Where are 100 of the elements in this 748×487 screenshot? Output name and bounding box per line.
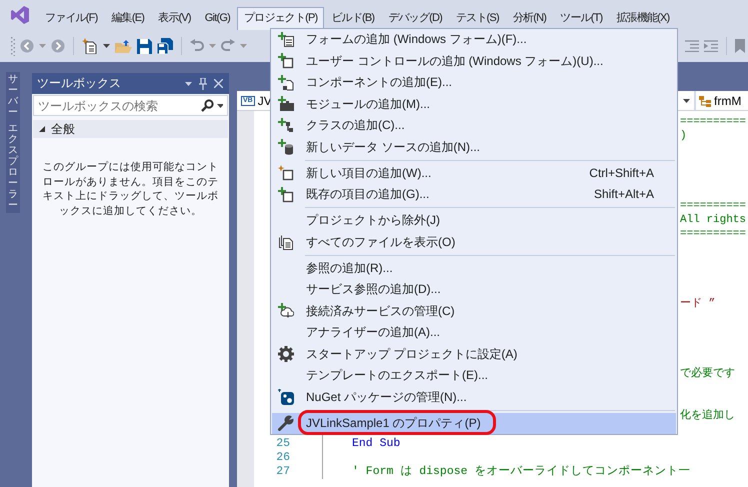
menu-item-label: JVLinkSample1 のプロパティ(P) [306, 414, 482, 432]
menu-item[interactable]: サービス参照の追加(D)... [272, 279, 676, 300]
menu-item[interactable]: アナライザーの追加(A)... [272, 322, 676, 344]
plus-cylinder-icon [278, 139, 294, 156]
wrench-icon [278, 415, 294, 432]
code-text: ) [680, 129, 687, 143]
shortcut-text: Ctrl+Shift+A [589, 164, 654, 182]
caret-icon[interactable] [185, 82, 192, 86]
menu-item[interactable]: 新しい項目の追加(W)... Ctrl+Shift+A [272, 162, 676, 184]
side-tab[interactable]: サーバー エクスプローラー [6, 72, 20, 213]
bookmark-icon[interactable] [735, 39, 745, 53]
search-icon[interactable] [201, 99, 214, 112]
menu-item-label: テンプレートのエクスポート(E)... [306, 367, 489, 384]
menu-item[interactable]: 接続済みサービスの管理(C) [272, 300, 676, 322]
gear-icon [278, 346, 294, 362]
menu-item[interactable]: JVLinkSample1 のプロパティ(P) [272, 412, 676, 434]
text-lines-icon[interactable] [685, 40, 699, 52]
save-icon[interactable] [137, 38, 152, 54]
code-text: End Sub [352, 437, 400, 451]
menu-item[interactable]: コンポーネントの追加(E)... [272, 72, 676, 94]
menu-item-label: アナライザーの追加(A)... [306, 324, 441, 342]
menu-item[interactable]: すべてのファイルを表示(O) [272, 232, 676, 253]
star-square-icon [278, 165, 294, 182]
menu-item[interactable]: NuGet パッケージの管理(N)... [272, 386, 676, 408]
menu-item-label: サービス参照の追加(D)... [306, 281, 442, 298]
menu-item[interactable]: 分析(N) [506, 7, 554, 30]
group-label: 全般 [51, 120, 75, 138]
menu-item-label: フォームの追加 (Windows フォーム)(F)... [306, 31, 528, 48]
documents-icon [278, 234, 294, 250]
menu-item-label: クラスの追加(C)... [306, 117, 406, 134]
member-dropdown[interactable]: frmM [696, 91, 748, 110]
caret-icon[interactable] [683, 98, 690, 102]
grip-handle[interactable] [11, 36, 15, 56]
menu-item[interactable]: ユーザー コントロールの追加 (Windows フォーム)(U)... [272, 50, 676, 72]
group-header[interactable]: 全般 [33, 120, 228, 138]
menu-item[interactable]: プロジェクト(P) [236, 7, 324, 30]
dropdown-value: frmM [714, 94, 742, 108]
plus-tree-icon [278, 118, 294, 134]
menu-item[interactable]: ファイル(F) [38, 7, 104, 30]
code-text: All rights [680, 213, 746, 227]
save-all-icon[interactable] [157, 38, 173, 54]
menu-item[interactable]: Git(G) [198, 7, 237, 30]
menu-item[interactable]: プロジェクトから除外(J) [272, 210, 676, 232]
class-icon [699, 94, 711, 106]
code-text: ========== [680, 227, 746, 241]
menu-item[interactable]: ビルド(B) [324, 7, 382, 30]
undo-icon[interactable] [190, 39, 204, 53]
menu-item[interactable]: 編集(E) [104, 7, 152, 30]
line-number: 27 [275, 465, 290, 479]
menu-item-label: 新しい項目の追加(W)... [306, 164, 432, 182]
menu-item[interactable]: 既存の項目の追加(G)... Shift+Alt+A [272, 184, 676, 206]
code-text: ========== [680, 115, 746, 129]
menu-item[interactable]: クラスの追加(C)... [272, 115, 676, 136]
redo-icon[interactable] [221, 39, 235, 53]
plus-block-icon [278, 96, 294, 112]
search-field[interactable]: ツールボックスの検索 [33, 95, 228, 116]
menu-item[interactable]: スタートアップ プロジェクトに設定(A) [272, 344, 676, 365]
expander-icon[interactable] [39, 126, 45, 132]
close-icon[interactable] [214, 79, 223, 88]
menu-item[interactable]: モジュールの追加(M)... [272, 94, 676, 115]
star-document-icon[interactable] [82, 38, 98, 54]
menu-item-label: すべてのファイルを表示(O) [306, 234, 456, 251]
code-text: ========== [680, 199, 746, 213]
text-lines-icon[interactable] [704, 40, 718, 52]
folder-icon[interactable] [115, 39, 132, 53]
line-number: 26 [275, 451, 290, 465]
menu-item[interactable]: ツール(T) [553, 7, 610, 30]
menu-item[interactable]: 拡張機能(X) [609, 7, 676, 30]
menu-item[interactable]: 新しいデータ ソースの追加(N)... [272, 136, 676, 158]
menu-item[interactable]: 表示(V) [151, 7, 198, 30]
caret-icon[interactable] [217, 104, 223, 108]
menu-item-label: ユーザー コントロールの追加 (Windows フォーム)(U)... [306, 52, 604, 70]
menu-item-label: モジュールの追加(M)... [306, 96, 431, 113]
shortcut-text: Shift+Alt+A [594, 186, 654, 204]
menu-item-label: コンポーネントの追加(E)... [306, 74, 453, 92]
menu-item-label: 新しいデータ ソースの追加(N)... [306, 138, 481, 156]
panel-title: ツールボックス [37, 75, 122, 92]
menu-item-label: スタートアップ プロジェクトに設定(A) [306, 346, 518, 363]
code-text: ' Form は dispose をオーバーライドしてコンポーネント一 [352, 465, 690, 479]
empty-group-message: このグループには使用可能なコントロールがありません。項目をこのテキスト上にドラッグして、ツールボックスに追加してください。 [42, 160, 219, 218]
menu-item[interactable]: テスト(S) [448, 7, 506, 30]
menu-item-label: 既存の項目の追加(G)... [306, 186, 430, 204]
menu-item[interactable]: テンプレートのエクスポート(E)... [272, 365, 676, 386]
menu-item[interactable]: フォームの追加 (Windows フォーム)(F)... [272, 29, 676, 50]
plus-cloud-icon [278, 303, 294, 320]
plus-window-icon [278, 32, 294, 48]
plus-square-icon [278, 53, 294, 70]
caret-icon[interactable] [103, 44, 110, 48]
menu-item-label: 参照の追加(R)... [306, 260, 394, 277]
menu-item-label: 接続済みサービスの管理(C) [306, 302, 456, 320]
code-text: 化を追加し [680, 409, 735, 423]
app-logo-icon [10, 5, 30, 25]
menu-item[interactable]: デバッグ(D) [381, 7, 449, 30]
package-icon [278, 389, 294, 406]
code-text: で必要です [680, 367, 735, 381]
pin-icon[interactable] [199, 78, 207, 90]
plus-document-icon [278, 74, 294, 91]
line-number: 25 [275, 437, 290, 451]
menu-item-label: NuGet パッケージの管理(N)... [306, 388, 468, 406]
menu-item[interactable]: 参照の追加(R)... [272, 258, 676, 279]
